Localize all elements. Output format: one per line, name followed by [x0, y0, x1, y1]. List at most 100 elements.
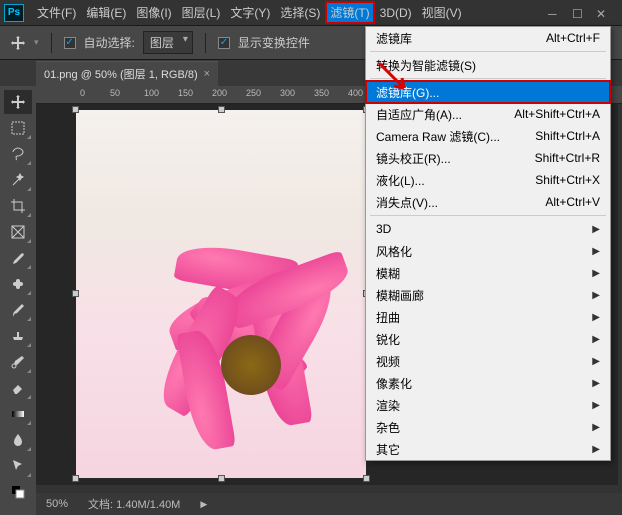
menu-item-liquify[interactable]: 液化(L)... Shift+Ctrl+X — [366, 169, 610, 191]
dropdown-icon[interactable]: ▾ — [34, 37, 39, 48]
blur-tool[interactable] — [4, 428, 32, 452]
transform-handle-nw[interactable] — [72, 106, 79, 113]
menu-item-pixelate[interactable]: 像素化▶ — [366, 372, 610, 394]
submenu-arrow-icon: ▶ — [592, 422, 600, 433]
ruler-mark: 400 — [348, 88, 363, 98]
ruler-mark: 150 — [178, 88, 193, 98]
menu-select[interactable]: 选择(S) — [275, 1, 325, 24]
submenu-arrow-icon: ▶ — [592, 224, 600, 235]
transform-handle-se[interactable] — [363, 475, 370, 482]
ruler-mark: 200 — [212, 88, 227, 98]
menu-item-blur-gallery[interactable]: 模糊画廊▶ — [366, 284, 610, 306]
frame-tool[interactable] — [4, 220, 32, 244]
menu-item-label: 扭曲 — [376, 309, 400, 326]
menu-item-label: 杂色 — [376, 419, 400, 436]
menu-item-label: 自适应广角(A)... — [376, 106, 462, 123]
menu-item-render[interactable]: 渲染▶ — [366, 394, 610, 416]
magic-wand-tool[interactable] — [4, 168, 32, 192]
maximize-button[interactable]: ☐ — [572, 7, 584, 19]
path-select-tool[interactable] — [4, 454, 32, 478]
menu-item-label: 3D — [376, 222, 391, 236]
ruler-mark: 300 — [280, 88, 295, 98]
lasso-tool[interactable] — [4, 142, 32, 166]
menu-filter[interactable]: 滤镜(T) — [325, 1, 374, 24]
ruler-mark: 50 — [110, 88, 120, 98]
transform-handle-w[interactable] — [72, 290, 79, 297]
transform-handle-sw[interactable] — [72, 475, 79, 482]
menu-separator — [370, 51, 606, 52]
document-tab[interactable]: 01.png @ 50% (图层 1, RGB/8) × — [36, 61, 218, 86]
eyedropper-tool[interactable] — [4, 246, 32, 270]
eraser-tool[interactable] — [4, 376, 32, 400]
canvas-image — [76, 110, 366, 478]
ruler-mark: 250 — [246, 88, 261, 98]
submenu-arrow-icon: ▶ — [592, 400, 600, 411]
menu-item-sharpen[interactable]: 锐化▶ — [366, 328, 610, 350]
close-button[interactable]: ✕ — [596, 7, 608, 19]
tab-title: 01.png @ 50% (图层 1, RGB/8) — [44, 66, 198, 82]
menu-separator — [370, 215, 606, 216]
move-tool-icon — [10, 35, 26, 51]
menu-item-other[interactable]: 其它▶ — [366, 438, 610, 460]
menu-item-label: 模糊 — [376, 265, 400, 282]
menu-item-video[interactable]: 视频▶ — [366, 350, 610, 372]
menu-view[interactable]: 视图(V) — [417, 1, 467, 24]
menu-item-noise[interactable]: 杂色 ▶ — [366, 416, 610, 438]
brush-tool[interactable] — [4, 298, 32, 322]
menu-item-filter-library-repeat[interactable]: 滤镜库 Alt+Ctrl+F — [366, 27, 610, 49]
submenu-arrow-icon: ▶ — [592, 246, 600, 257]
menu-item-shortcut: Shift+Ctrl+A — [535, 129, 600, 143]
divider — [51, 33, 52, 53]
marquee-tool[interactable] — [4, 116, 32, 140]
clone-stamp-tool[interactable] — [4, 324, 32, 348]
menu-image[interactable]: 图像(I) — [131, 1, 176, 24]
document-size: 文档: 1.40M/1.40M — [88, 496, 180, 512]
menu-file[interactable]: 文件(F) — [32, 1, 81, 24]
transform-handle-s[interactable] — [218, 475, 225, 482]
menu-item-shortcut: Shift+Ctrl+R — [535, 151, 600, 165]
menu-item-label: 液化(L)... — [376, 172, 425, 189]
healing-brush-tool[interactable] — [4, 272, 32, 296]
statusbar-arrow-icon[interactable]: ▶ — [200, 499, 207, 510]
menu-item-label: 锐化 — [376, 331, 400, 348]
menu-item-stylize[interactable]: 风格化 ▶ — [366, 240, 610, 262]
auto-select-label: 自动选择: — [84, 34, 135, 51]
submenu-arrow-icon: ▶ — [592, 312, 600, 323]
ruler-mark: 350 — [314, 88, 329, 98]
layer-dropdown[interactable]: 图层 — [143, 31, 193, 54]
tool-bar — [0, 86, 36, 515]
menu-item-3d[interactable]: 3D ▶ — [366, 218, 610, 240]
menu-item-shortcut: Shift+Ctrl+X — [535, 173, 600, 187]
move-tool[interactable] — [4, 90, 32, 114]
zoom-level[interactable]: 50% — [46, 498, 68, 510]
minimize-button[interactable]: ─ — [548, 7, 560, 19]
menu-item-lens-correction[interactable]: 镜头校正(R)... Shift+Ctrl+R — [366, 147, 610, 169]
menu-item-label: 滤镜库 — [376, 30, 412, 47]
menu-item-label: 模糊画廊 — [376, 287, 424, 304]
menu-layer[interactable]: 图层(L) — [177, 1, 226, 24]
auto-select-checkbox[interactable] — [64, 37, 76, 49]
menu-type[interactable]: 文字(Y) — [225, 1, 275, 24]
status-bar: 50% 文档: 1.40M/1.40M ▶ — [36, 493, 622, 515]
menu-item-blur[interactable]: 模糊▶ — [366, 262, 610, 284]
gradient-tool[interactable] — [4, 402, 32, 426]
menu-item-shortcut: Alt+Ctrl+V — [545, 195, 600, 209]
swatch-tool[interactable] — [4, 480, 32, 504]
menu-item-label: 消失点(V)... — [376, 194, 438, 211]
menu-item-distort[interactable]: 扭曲 ▶ — [366, 306, 610, 328]
history-brush-tool[interactable] — [4, 350, 32, 374]
menu-item-vanishing-point[interactable]: 消失点(V)... Alt+Ctrl+V — [366, 191, 610, 213]
show-transform-checkbox[interactable] — [218, 37, 230, 49]
transform-handle-n[interactable] — [218, 106, 225, 113]
crop-tool[interactable] — [4, 194, 32, 218]
canvas[interactable] — [76, 110, 366, 478]
menu-edit[interactable]: 编辑(E) — [81, 1, 131, 24]
app-logo: Ps — [4, 4, 24, 22]
menu-item-label: 风格化 — [376, 243, 412, 260]
tab-close-button[interactable]: × — [204, 68, 210, 80]
menu-item-adaptive-wide-angle[interactable]: 自适应广角(A)... Alt+Shift+Ctrl+A — [366, 103, 610, 125]
menu-item-shortcut: Alt+Shift+Ctrl+A — [514, 107, 600, 121]
menu-item-camera-raw[interactable]: Camera Raw 滤镜(C)... Shift+Ctrl+A — [366, 125, 610, 147]
menu-3d[interactable]: 3D(D) — [375, 3, 417, 23]
menu-item-label: 其它 — [376, 441, 400, 458]
